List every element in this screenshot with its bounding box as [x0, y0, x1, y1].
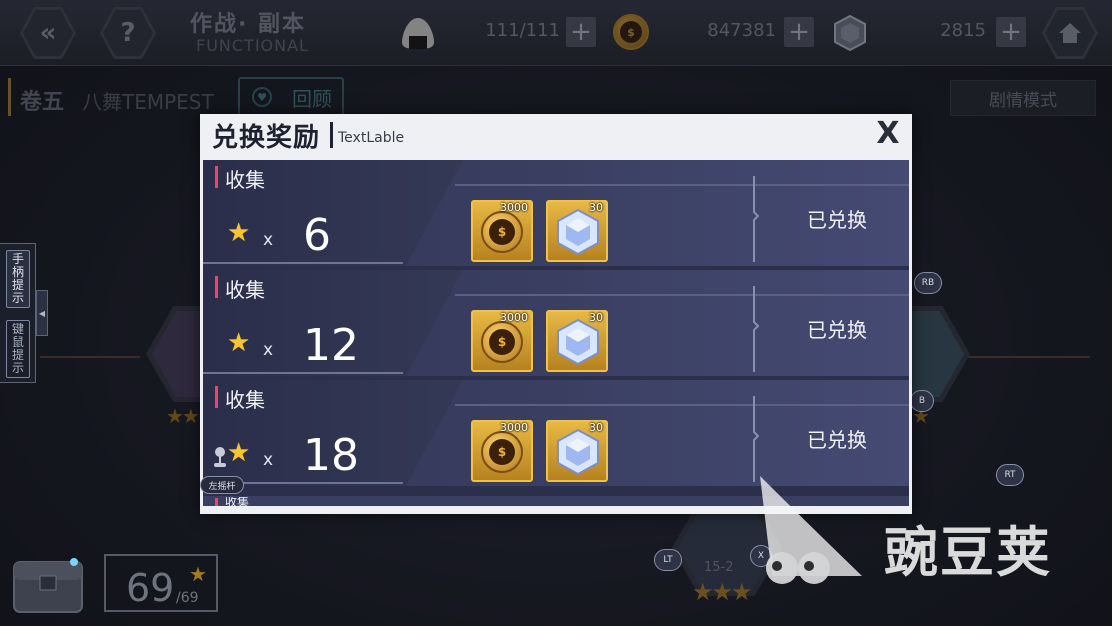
- row-divider: [753, 286, 759, 372]
- reward-quantity: 30: [589, 311, 603, 324]
- coin-reward[interactable]: $ 3000: [471, 420, 533, 482]
- rt-hint: RT: [996, 464, 1024, 486]
- collection-total: /69: [176, 590, 199, 606]
- multiply-sign: x: [263, 230, 274, 250]
- rb-hint: RB: [914, 272, 942, 294]
- exchange-status[interactable]: 已兑换: [783, 424, 891, 453]
- row-label: 收集: [225, 497, 250, 506]
- exchange-rewards-dialog: 兑换奖励 TextLable X 收集 ★ x 6 $ 3000 30 已兑换 …: [200, 114, 912, 514]
- dialog-title: 兑换奖励: [212, 123, 321, 153]
- gem-reward[interactable]: 30: [546, 420, 608, 482]
- multiply-sign: x: [263, 340, 274, 360]
- b-hint: B: [910, 390, 934, 412]
- reward-quantity: 3000: [500, 201, 528, 214]
- reward-list[interactable]: 收集 ★ x 6 $ 3000 30 已兑换 收集 ★ x 12 $ 3000 …: [203, 160, 909, 506]
- star-icon: ★: [227, 438, 251, 468]
- reward-quantity: 30: [589, 421, 603, 434]
- row-accent: [215, 166, 218, 188]
- collapse-panel-button[interactable]: ◀: [36, 290, 48, 336]
- gem-icon: [557, 428, 599, 476]
- gem-reward[interactable]: 30: [546, 200, 608, 262]
- row-accent: [215, 386, 218, 408]
- wandoujia-logo-icon: [760, 476, 862, 584]
- coin-reward[interactable]: $ 3000: [471, 200, 533, 262]
- gem-icon: [557, 208, 599, 256]
- row-divider: [753, 176, 759, 262]
- dialog-subtitle: TextLable: [338, 130, 405, 146]
- watermark-text: 豌豆荚: [884, 521, 1052, 584]
- star-icon: ★: [189, 562, 207, 586]
- collection-current: 69: [126, 566, 175, 610]
- star-icon: ★: [227, 328, 251, 358]
- star-icon: ★: [227, 218, 251, 248]
- reward-row: 收集 ★ x 18 $ 3000 30 已兑换: [203, 380, 909, 486]
- required-count: 18: [303, 430, 359, 481]
- title-separator: [330, 122, 333, 148]
- row-divider: [753, 396, 759, 482]
- row-accent: [215, 276, 218, 298]
- gamepad-hint-button[interactable]: 手柄提示: [6, 250, 30, 308]
- required-count: 6: [303, 210, 331, 261]
- reward-row: 收集 ★ x 6 $ 3000 30 已兑换: [203, 160, 909, 266]
- row-label: 收集: [225, 278, 265, 302]
- lt-hint: LT: [654, 549, 682, 571]
- gem-reward[interactable]: 30: [546, 310, 608, 372]
- required-count: 12: [303, 320, 359, 371]
- coin-icon: $: [481, 431, 523, 473]
- chevron-left-icon: ◀: [38, 308, 46, 318]
- coin-icon: $: [481, 211, 523, 253]
- reward-quantity: 3000: [500, 421, 528, 434]
- reward-quantity: 30: [589, 201, 603, 214]
- row-label: 收集: [225, 168, 265, 192]
- coin-reward[interactable]: $ 3000: [471, 310, 533, 372]
- left-stick-hint: 左摇杆: [200, 476, 244, 494]
- reward-row: 收集 ★ x 12 $ 3000 30 已兑换: [203, 270, 909, 376]
- close-button[interactable]: X: [872, 116, 904, 151]
- row-label: 收集: [225, 388, 265, 412]
- treasure-chest-icon[interactable]: [8, 550, 88, 620]
- gem-icon: [557, 318, 599, 366]
- coin-icon: $: [481, 321, 523, 363]
- exchange-status[interactable]: 已兑换: [783, 204, 891, 233]
- reward-quantity: 3000: [500, 311, 528, 324]
- keyboard-hint-button[interactable]: 键鼠提示: [6, 320, 30, 378]
- joystick-icon: [214, 447, 226, 467]
- multiply-sign: x: [263, 450, 274, 470]
- exchange-status[interactable]: 已兑换: [783, 314, 891, 343]
